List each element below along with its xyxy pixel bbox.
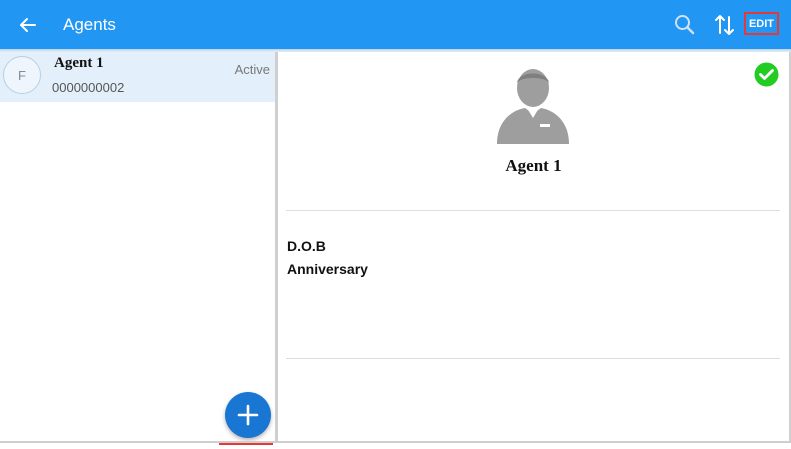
- add-agent-button[interactable]: [225, 392, 271, 438]
- dob-label: D.O.B: [287, 238, 326, 254]
- plus-icon: [237, 404, 259, 426]
- profile-name: Agent 1: [505, 156, 562, 175]
- back-button[interactable]: [16, 13, 40, 37]
- divider: [286, 210, 780, 211]
- search-button[interactable]: [672, 12, 698, 38]
- search-icon: [675, 15, 695, 35]
- agent-name: Agent 1: [54, 55, 104, 71]
- divider: [286, 358, 780, 359]
- sort-icon: [715, 15, 734, 35]
- agent-list-item[interactable]: F Agent 1 0000000002 Active: [0, 52, 275, 102]
- status-badge: Active: [234, 62, 270, 77]
- app-bar: Agents EDIT: [0, 0, 791, 49]
- anniversary-label: Anniversary: [287, 261, 368, 277]
- check-circle-icon: [754, 62, 779, 87]
- sort-button[interactable]: [711, 11, 739, 39]
- avatar: F: [3, 56, 41, 94]
- edit-button[interactable]: EDIT: [744, 12, 779, 35]
- bottom-border: [0, 441, 791, 443]
- arrow-left-icon: [20, 18, 36, 32]
- agent-list-pane: F Agent 1 0000000002 Active: [0, 52, 275, 441]
- user-silhouette-icon: [497, 69, 569, 144]
- page-title: Agents: [63, 15, 116, 34]
- agent-phone: 0000000002: [52, 80, 125, 95]
